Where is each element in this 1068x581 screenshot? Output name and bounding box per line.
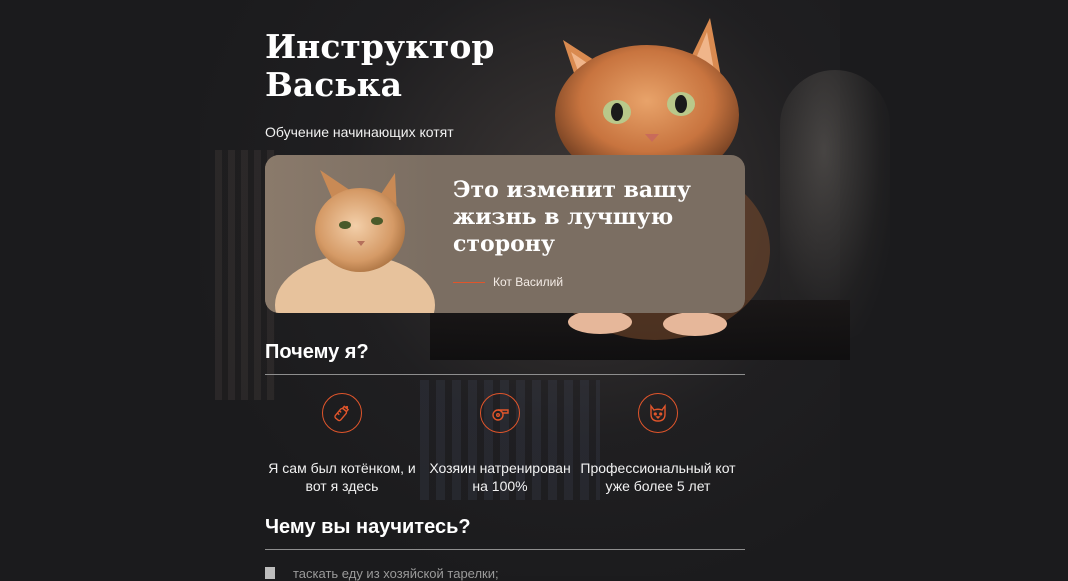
baby-bottle-icon xyxy=(322,393,362,433)
quote-author-name: Кот Василий xyxy=(493,275,564,289)
list-item: таскать еду из хозяйской тарелки; xyxy=(265,566,499,581)
quote-card: Это изменит вашу жизнь в лучшую сторону … xyxy=(265,155,745,313)
feature-item: Я сам был котёнком, и вот я здесь xyxy=(262,393,422,495)
accent-line xyxy=(453,281,485,283)
fluffy-cat-image xyxy=(265,155,435,313)
list-item-text: таскать еду из хозяйской тарелки; xyxy=(293,566,499,581)
bullet-marker xyxy=(265,567,275,579)
feature-item: Хозяин натренирован на 100% xyxy=(420,393,580,495)
feature-item: Профессиональный кот уже более 5 лет xyxy=(578,393,738,495)
cat-face-icon xyxy=(638,393,678,433)
whistle-icon xyxy=(480,393,520,433)
section-heading-why: Почему я? xyxy=(265,341,369,363)
page-title: Инструктор Васька xyxy=(265,27,495,104)
quote-text: Это изменит вашу жизнь в лучшую сторону xyxy=(453,177,691,257)
feature-text: Профессиональный кот уже более 5 лет xyxy=(580,460,736,494)
feature-text: Я сам был котёнком, и вот я здесь xyxy=(268,460,416,494)
feature-text: Хозяин натренирован на 100% xyxy=(429,460,571,494)
section-divider xyxy=(265,374,745,375)
page-subtitle: Обучение начинающих котят xyxy=(265,124,454,140)
section-heading-learn: Чему вы научитесь? xyxy=(265,516,471,538)
quote-author: Кот Василий xyxy=(453,275,563,289)
section-divider xyxy=(265,549,745,550)
